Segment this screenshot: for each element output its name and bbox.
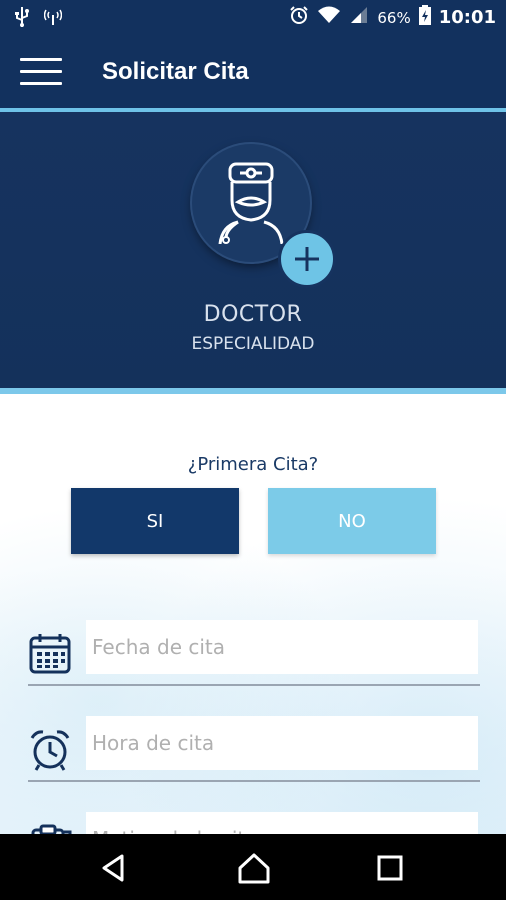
yes-button[interactable]: SI [71, 488, 239, 554]
reason-input[interactable] [86, 812, 478, 834]
alarm-icon [289, 5, 309, 30]
back-icon[interactable] [96, 850, 132, 886]
recents-icon[interactable] [372, 850, 408, 886]
date-field-row [28, 620, 480, 686]
battery-percentage: 66% [377, 8, 411, 27]
signal-antenna-icon [43, 8, 63, 30]
divider [28, 780, 480, 782]
battery-icon [418, 5, 431, 30]
usb-icon [14, 6, 30, 32]
appointment-form: ¿Primera Cita? SI NO [0, 394, 506, 834]
page-title: Solicitar Cita [102, 58, 249, 85]
clipboard-icon [28, 824, 72, 834]
hamburger-menu-icon[interactable] [20, 58, 62, 88]
add-doctor-button[interactable] [278, 230, 336, 288]
doctor-specialty: ESPECIALIDAD [191, 334, 315, 354]
clock: 10:01 [438, 7, 496, 28]
alarm-clock-icon [28, 728, 72, 772]
time-input[interactable] [86, 716, 478, 770]
cell-signal-icon [349, 5, 369, 30]
status-bar: 66% 10:01 [0, 0, 506, 36]
reason-field-row [28, 812, 480, 834]
first-appointment-question: ¿Primera Cita? [187, 454, 319, 475]
app-bar: Solicitar Cita [0, 36, 506, 112]
calendar-icon [28, 632, 72, 676]
wifi-icon [317, 5, 341, 30]
date-input[interactable] [86, 620, 478, 674]
system-navigation-bar [0, 834, 506, 900]
home-icon[interactable] [236, 850, 272, 886]
doctor-icon [218, 162, 284, 244]
time-field-row [28, 716, 480, 782]
divider [28, 684, 480, 686]
no-button[interactable]: NO [268, 488, 436, 554]
doctor-name: DOCTOR [203, 302, 303, 327]
doctor-header: DOCTOR ESPECIALIDAD [0, 112, 506, 394]
plus-icon [295, 247, 319, 271]
